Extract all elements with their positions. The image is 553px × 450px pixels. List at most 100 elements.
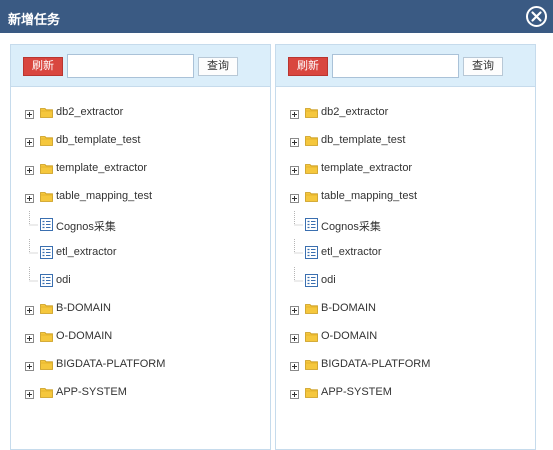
folder-icon xyxy=(305,302,318,315)
expand-icon[interactable] xyxy=(25,360,34,371)
folder-icon xyxy=(305,106,318,119)
tree-node[interactable]: etl_extractor xyxy=(11,239,270,267)
tree-node[interactable]: etl_extractor xyxy=(276,239,535,267)
folder-icon xyxy=(40,162,53,175)
expand-icon[interactable] xyxy=(290,360,299,371)
tree-node[interactable]: template_extractor xyxy=(11,155,270,183)
tree-node-label[interactable]: B-DOMAIN xyxy=(56,302,111,314)
tree-node-label[interactable]: table_mapping_test xyxy=(56,190,152,202)
tree-node[interactable]: table_mapping_test xyxy=(11,183,270,211)
search-input[interactable] xyxy=(67,54,194,78)
document-list-icon xyxy=(40,218,53,231)
expand-icon[interactable] xyxy=(290,192,299,203)
expand-icon[interactable] xyxy=(25,192,34,203)
folder-icon xyxy=(305,190,318,203)
tree-node[interactable]: table_mapping_test xyxy=(276,183,535,211)
tree-node-label[interactable]: APP-SYSTEM xyxy=(321,386,392,398)
tree-node-label[interactable]: odi xyxy=(56,274,71,286)
folder-icon xyxy=(40,358,53,371)
folder-icon xyxy=(305,358,318,371)
tree-node-label[interactable]: db_template_test xyxy=(56,134,140,146)
tree-node-label[interactable]: etl_extractor xyxy=(321,246,382,258)
tree-node[interactable]: B-DOMAIN xyxy=(276,295,535,323)
expand-icon[interactable] xyxy=(25,136,34,147)
tree-connector xyxy=(29,267,39,295)
right-tree-panel: 刷新 查询 db2_extractor db_template_testtempl… xyxy=(275,44,536,450)
tree-node-label[interactable]: Cognos采集 xyxy=(56,218,116,234)
document-list-icon xyxy=(305,274,318,287)
tree-node-label[interactable]: O-DOMAIN xyxy=(56,330,112,342)
panel-toolbar: 刷新 查询 xyxy=(276,45,535,87)
left-tree-panel: 刷新 查询 db2_extractor db_template_testtempl… xyxy=(10,44,271,450)
expand-icon[interactable] xyxy=(25,388,34,399)
tree-node[interactable]: O-DOMAIN xyxy=(276,323,535,351)
tree-node-label[interactable]: table_mapping_test xyxy=(321,190,417,202)
expand-icon[interactable] xyxy=(290,136,299,147)
tree-node-label[interactable]: B-DOMAIN xyxy=(321,302,376,314)
tree-node-label[interactable]: APP-SYSTEM xyxy=(56,386,127,398)
tree-node[interactable]: db_template_test xyxy=(11,127,270,155)
dialog-titlebar: 新增任务 xyxy=(0,0,553,33)
tree-node[interactable]: Cognos采集 xyxy=(11,211,270,239)
folder-icon xyxy=(40,330,53,343)
tree-node-label[interactable]: BIGDATA-PLATFORM xyxy=(56,358,165,370)
tree-node-label[interactable]: BIGDATA-PLATFORM xyxy=(321,358,430,370)
tree-node[interactable]: APP-SYSTEM xyxy=(276,379,535,407)
tree-node-label[interactable]: Cognos采集 xyxy=(321,218,381,234)
query-button[interactable]: 查询 xyxy=(463,57,503,76)
tree-node-label[interactable]: template_extractor xyxy=(56,162,147,174)
tree-node-label[interactable]: odi xyxy=(321,274,336,286)
tree-node[interactable]: BIGDATA-PLATFORM xyxy=(11,351,270,379)
tree-node[interactable]: Cognos采集 xyxy=(276,211,535,239)
tree-connector xyxy=(29,239,39,267)
expand-icon[interactable] xyxy=(25,304,34,315)
tree-connector xyxy=(294,239,304,267)
folder-icon xyxy=(305,386,318,399)
tree-node[interactable]: db2_extractor xyxy=(276,99,535,127)
refresh-button[interactable]: 刷新 xyxy=(23,57,63,76)
tree-connector xyxy=(294,267,304,295)
tree-node[interactable]: B-DOMAIN xyxy=(11,295,270,323)
search-input[interactable] xyxy=(332,54,459,78)
tree-node-label[interactable]: db2_extractor xyxy=(321,106,388,118)
folder-icon xyxy=(40,106,53,119)
tree-node-label[interactable]: O-DOMAIN xyxy=(321,330,377,342)
expand-icon[interactable] xyxy=(290,164,299,175)
document-list-icon xyxy=(40,274,53,287)
folder-icon xyxy=(40,302,53,315)
tree-node[interactable]: O-DOMAIN xyxy=(11,323,270,351)
tree-node[interactable]: odi xyxy=(11,267,270,295)
expand-icon[interactable] xyxy=(290,332,299,343)
folder-icon xyxy=(40,386,53,399)
folder-icon xyxy=(305,330,318,343)
dialog-title: 新增任务 xyxy=(8,12,61,27)
tree-list: db2_extractor db_template_test template_ex… xyxy=(11,99,270,407)
folder-icon xyxy=(40,134,53,147)
query-button[interactable]: 查询 xyxy=(198,57,238,76)
expand-icon[interactable] xyxy=(290,108,299,119)
expand-icon[interactable] xyxy=(290,388,299,399)
tree-connector xyxy=(29,211,39,239)
tree-node[interactable]: APP-SYSTEM xyxy=(11,379,270,407)
close-button[interactable] xyxy=(525,5,548,28)
expand-icon[interactable] xyxy=(25,332,34,343)
document-list-icon xyxy=(40,246,53,259)
tree-node-label[interactable]: db2_extractor xyxy=(56,106,123,118)
expand-icon[interactable] xyxy=(290,304,299,315)
expand-icon[interactable] xyxy=(25,164,34,175)
refresh-button[interactable]: 刷新 xyxy=(288,57,328,76)
tree-node[interactable]: BIGDATA-PLATFORM xyxy=(276,351,535,379)
tree-list: db2_extractor db_template_test template_ex… xyxy=(276,99,535,407)
tree-node-label[interactable]: etl_extractor xyxy=(56,246,117,258)
expand-icon[interactable] xyxy=(25,108,34,119)
tree-node-label[interactable]: template_extractor xyxy=(321,162,412,174)
folder-icon xyxy=(40,190,53,203)
document-list-icon xyxy=(305,246,318,259)
tree-node-label[interactable]: db_template_test xyxy=(321,134,405,146)
tree-node[interactable]: template_extractor xyxy=(276,155,535,183)
panel-toolbar: 刷新 查询 xyxy=(11,45,270,87)
document-list-icon xyxy=(305,218,318,231)
tree-node[interactable]: odi xyxy=(276,267,535,295)
tree-node[interactable]: db2_extractor xyxy=(11,99,270,127)
tree-node[interactable]: db_template_test xyxy=(276,127,535,155)
